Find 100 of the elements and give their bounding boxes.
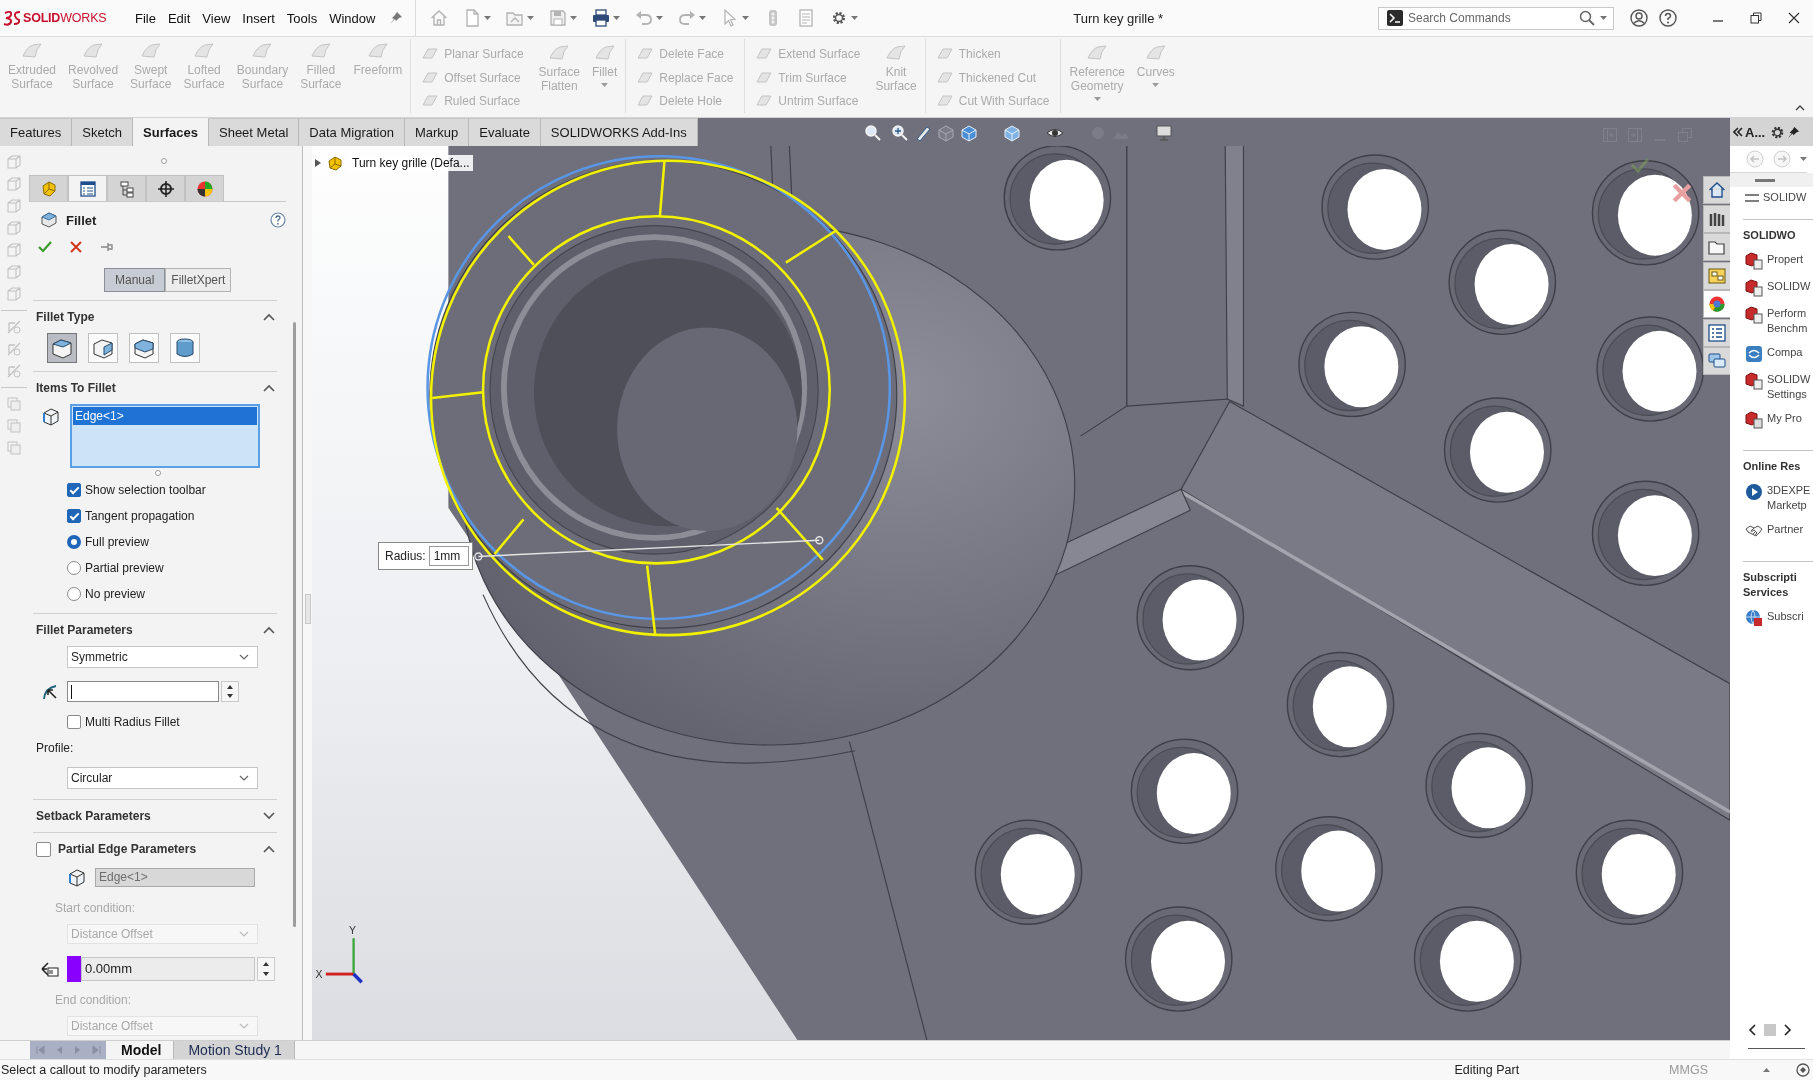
caret-icon[interactable] — [527, 16, 535, 20]
task-pane-link[interactable]: Compa — [1767, 345, 1803, 360]
caret-icon[interactable] — [613, 16, 621, 20]
menu-item[interactable]: Edit — [167, 10, 191, 26]
menu-item[interactable]: File — [135, 10, 156, 26]
fillet-type-button[interactable] — [88, 333, 118, 363]
task-pane-link[interactable]: SOLIDW — [1767, 279, 1811, 294]
manager-tab[interactable] — [185, 175, 224, 201]
double-chevron-icon[interactable] — [1733, 127, 1743, 137]
task-pane-tab[interactable] — [1703, 318, 1730, 347]
zoom-area-icon[interactable] — [891, 124, 909, 142]
chevron-down-icon[interactable] — [263, 812, 275, 820]
caret-icon[interactable] — [1600, 16, 1607, 20]
chevron-up-icon[interactable] — [263, 845, 275, 853]
command-tab[interactable]: Features — [0, 118, 73, 146]
radio-button[interactable] — [67, 587, 81, 601]
option-label[interactable]: Multi Radius Fillet — [85, 715, 180, 729]
monitor-icon[interactable] — [1155, 124, 1173, 142]
checkbox[interactable] — [67, 509, 81, 523]
settings-icon[interactable] — [1770, 124, 1786, 140]
section-title[interactable]: Setback Parameters — [36, 809, 151, 823]
help-icon[interactable] — [1659, 9, 1677, 27]
section-cube-icon[interactable] — [960, 124, 978, 142]
save-icon[interactable] — [549, 9, 568, 27]
section-title[interactable]: Fillet Type — [36, 310, 95, 324]
menu-item[interactable]: Tools — [286, 10, 318, 26]
search-field[interactable]: Search Commands — [1378, 6, 1614, 30]
task-pane-tab[interactable] — [1703, 261, 1730, 290]
grip-dot-icon[interactable] — [161, 157, 167, 164]
command-tab[interactable]: Sheet Metal — [209, 118, 300, 146]
caret-up-icon[interactable] — [1763, 1068, 1770, 1072]
check-icon[interactable] — [1630, 157, 1650, 173]
check-icon[interactable] — [38, 240, 52, 254]
chevron-up-icon[interactable] — [263, 626, 275, 634]
chevron-down-icon[interactable] — [239, 775, 249, 781]
grip-dot-icon[interactable] — [154, 469, 161, 476]
caret-icon[interactable] — [656, 16, 664, 20]
spinner-arrows-icon[interactable] — [221, 681, 239, 702]
command-tab[interactable]: Sketch — [72, 118, 134, 146]
caret-icon[interactable] — [1800, 157, 1807, 161]
restore-icon[interactable] — [1750, 12, 1762, 24]
checkbox[interactable] — [36, 841, 51, 857]
caret-icon[interactable] — [851, 16, 859, 20]
radio-button[interactable] — [67, 561, 81, 575]
chevron-right-icon[interactable] — [1784, 1024, 1792, 1036]
fillet-type-button[interactable] — [129, 333, 159, 363]
task-pane-link[interactable]: SOLIDW Settings — [1767, 372, 1811, 402]
command-tab[interactable]: Evaluate — [469, 118, 541, 146]
option-label[interactable]: Full preview — [85, 535, 150, 549]
selection-list-box[interactable]: Edge<1> — [70, 404, 260, 468]
command-tab[interactable]: SOLIDWORKS Add-Ins — [540, 118, 698, 146]
option-label[interactable]: Tangent propagation — [85, 509, 195, 523]
checkbox[interactable] — [67, 715, 81, 729]
printer-icon[interactable] — [592, 9, 611, 27]
section-title[interactable]: Fillet Parameters — [36, 623, 133, 637]
manager-tab[interactable] — [68, 175, 107, 201]
task-pane-link[interactable]: Subscri — [1767, 609, 1804, 624]
offset-input-field[interactable]: 0.00mm — [81, 957, 255, 981]
task-pane-link[interactable]: My Pro — [1767, 411, 1802, 426]
task-pane-tab[interactable] — [1703, 233, 1730, 261]
caret-icon[interactable] — [484, 16, 492, 20]
task-pane-tab[interactable] — [1703, 176, 1730, 204]
help-icon[interactable] — [270, 212, 286, 228]
menu-item[interactable]: Insert — [242, 10, 275, 26]
selected-edge-highlight[interactable] — [426, 154, 907, 637]
mode-toggle-button[interactable]: Manual — [104, 268, 166, 292]
spinner-arrows-icon[interactable] — [257, 957, 275, 981]
tree-item-label[interactable]: Turn key grille (Defa... — [349, 155, 473, 171]
caret-icon[interactable] — [570, 16, 578, 20]
fillet-type-button[interactable] — [170, 333, 200, 363]
task-pane-link[interactable]: Partner — [1767, 522, 1804, 537]
task-pane-link[interactable]: Propert — [1767, 252, 1804, 267]
list-item[interactable]: Edge<1> — [73, 407, 257, 425]
user-account-icon[interactable] — [1630, 9, 1648, 27]
section-title[interactable]: Partial Edge Parameters — [58, 842, 197, 856]
section-title[interactable]: Items To Fillet — [36, 381, 116, 395]
command-tab[interactable]: Markup — [404, 118, 470, 146]
option-label[interactable]: No preview — [85, 587, 146, 601]
radius-callout[interactable]: Radius: 1mm — [378, 542, 473, 570]
zoom-to-fit-icon[interactable] — [864, 124, 882, 142]
cancel-icon[interactable] — [70, 241, 82, 253]
chevron-up-icon[interactable] — [263, 313, 275, 321]
menu-item[interactable]: Window — [329, 10, 376, 26]
task-pane-tab[interactable] — [1703, 290, 1730, 318]
pencil-icon[interactable] — [914, 124, 932, 142]
option-label[interactable]: Partial preview — [85, 561, 164, 575]
chevron-up-icon[interactable] — [1795, 105, 1805, 111]
task-pane-link[interactable]: SOLIDW — [1763, 190, 1807, 205]
splitter-handle[interactable] — [304, 594, 311, 624]
expand-arrow-icon[interactable] — [315, 159, 321, 167]
mode-toggle-button[interactable]: FilletXpert — [165, 268, 232, 292]
radius-input-field[interactable] — [67, 681, 219, 702]
fillet-type-button[interactable] — [47, 333, 77, 363]
vertical-scrollbar[interactable] — [292, 322, 296, 927]
task-pane-link[interactable]: 3DEXPE Marketp — [1767, 483, 1811, 513]
radius-value-field[interactable]: 1mm — [428, 546, 469, 566]
model-view-tab[interactable]: Motion Study 1 — [174, 1041, 295, 1059]
search-icon[interactable] — [1579, 10, 1595, 26]
task-pane-tab[interactable] — [1703, 204, 1730, 233]
option-label[interactable]: Show selection toolbar — [85, 483, 206, 497]
